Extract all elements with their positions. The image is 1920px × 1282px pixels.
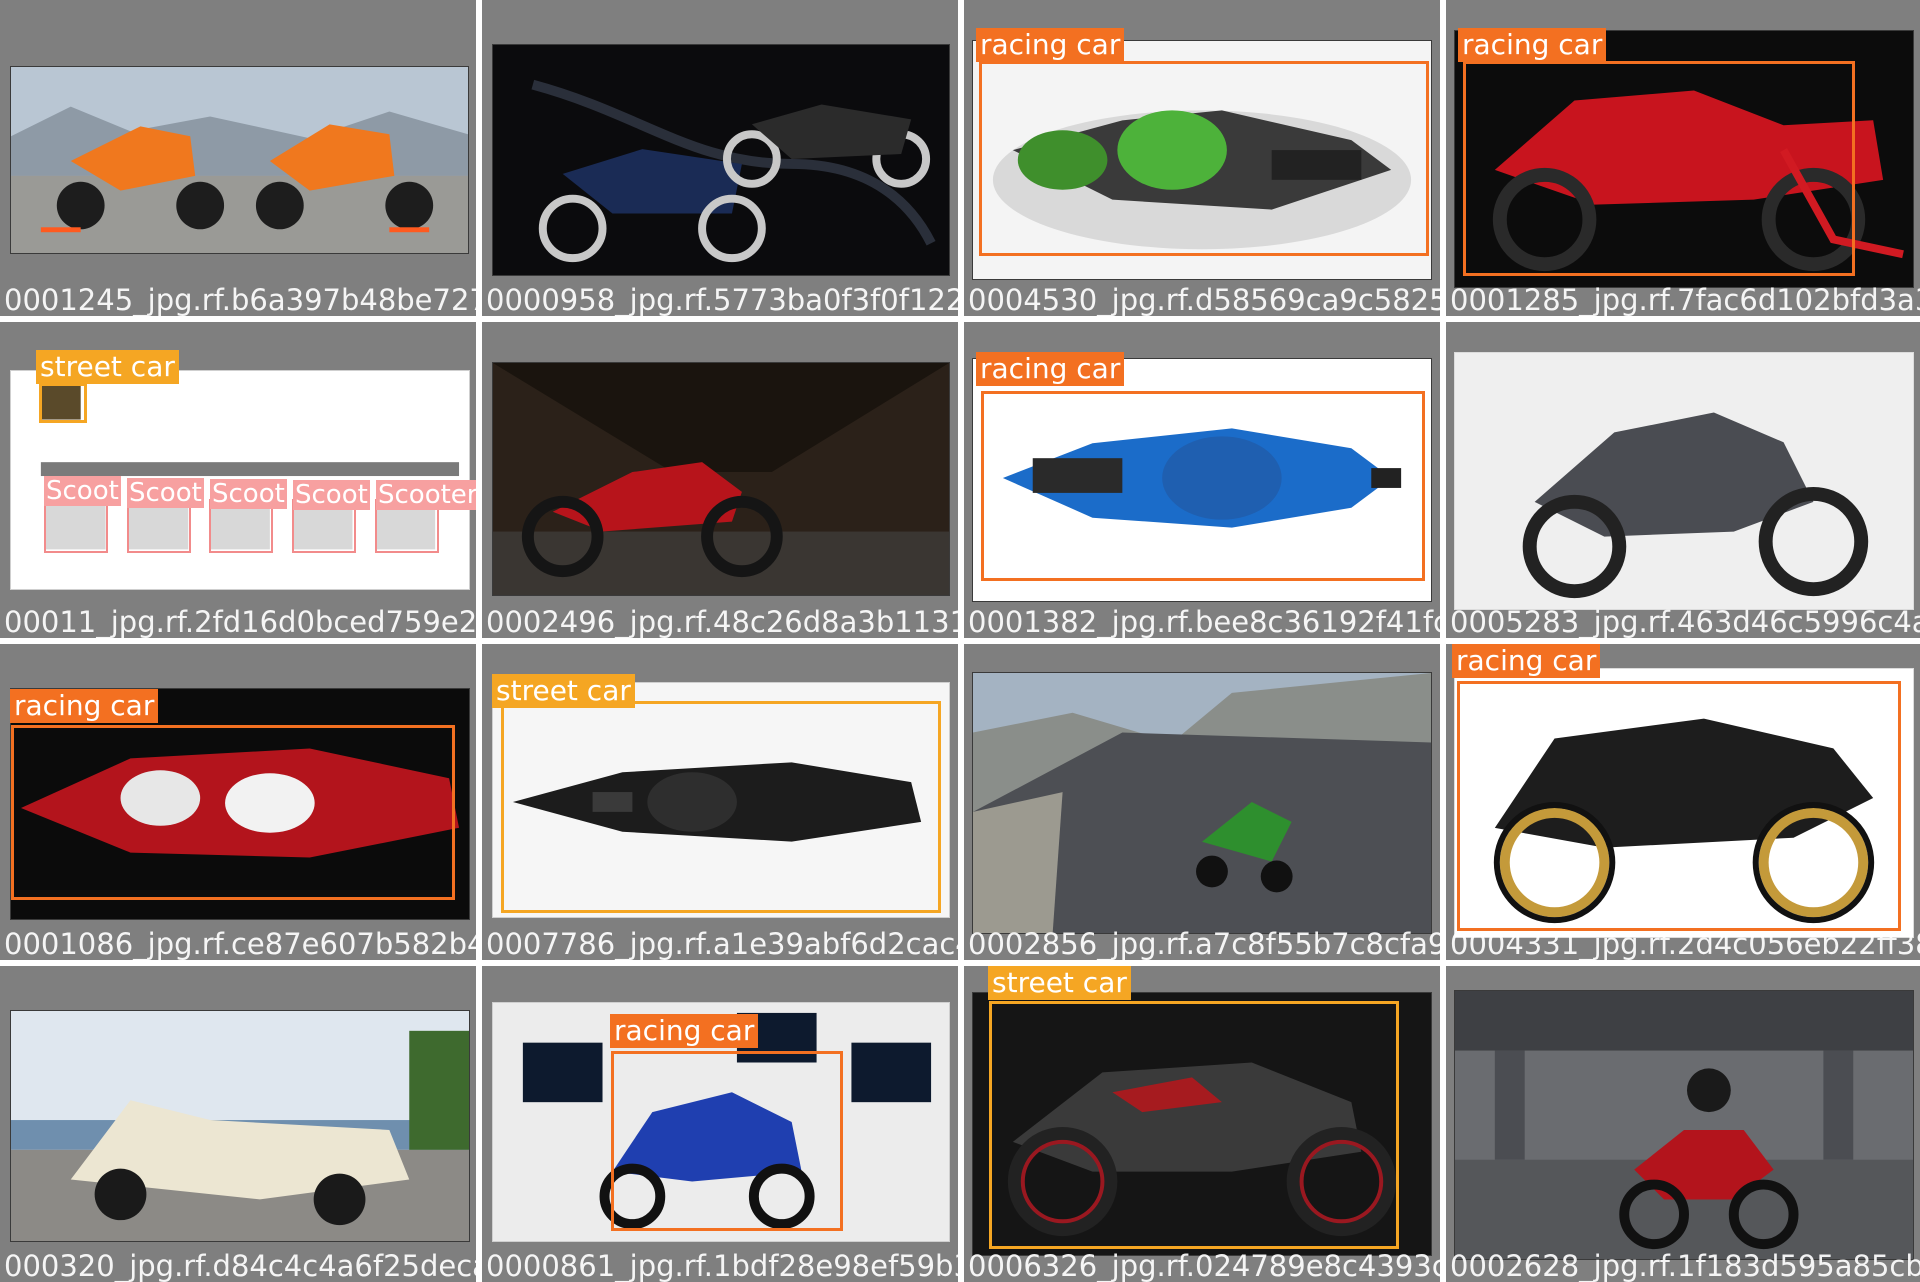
scooter-bounding-box bbox=[44, 499, 108, 553]
grid-tile[interactable]: 000320_jpg.rf.d84c4c4a6f25deca6d6d6 bbox=[0, 966, 476, 1282]
grid-tile[interactable]: street car 0007786_jpg.rf.a1e39abf6d2cac… bbox=[482, 644, 958, 960]
image-filename-caption: 0000958_jpg.rf.5773ba0f3f0f1220e8453799 bbox=[486, 283, 958, 316]
motorcycle-photo bbox=[1454, 990, 1914, 1260]
grid-tile[interactable]: 0002856_jpg.rf.a7c8f55b7c8cfa9d843a bbox=[964, 644, 1440, 960]
grid-tile[interactable]: 0002628_jpg.rf.1f183d595a85cb8 bbox=[1446, 966, 1920, 1282]
street-car-label: street car bbox=[988, 966, 1131, 1000]
image-filename-caption: 0004331_jpg.rf.2d4c056eb22ff382 bbox=[1450, 927, 1920, 960]
racing-car-label: racing car bbox=[610, 1014, 759, 1048]
street-car-bounding-box bbox=[989, 1001, 1399, 1249]
grid-tile[interactable]: racing car 0001086_jpg.rf.ce87e607b582b4… bbox=[0, 644, 476, 960]
scooter-label: Scooter bbox=[376, 480, 476, 510]
motorcycle-photo bbox=[1454, 30, 1914, 288]
racing-car-label: racing car bbox=[976, 352, 1125, 386]
grid-tile[interactable]: street car Scoot Scoot Scoot Scoot Scoot… bbox=[0, 322, 476, 638]
image-filename-caption: 00011_jpg.rf.2fd16d0bced759e2637d2c26 bbox=[4, 605, 476, 638]
scooter-label: Scoot bbox=[44, 476, 121, 506]
racing-car-label: racing car bbox=[1458, 28, 1607, 62]
grid-tile[interactable]: racing car 0004530_jpg.rf.d58569ca9c5825… bbox=[964, 0, 1440, 316]
racing-car-label: racing car bbox=[10, 689, 159, 723]
image-filename-caption: 0006326_jpg.rf.024789e8c4393c7f0226 bbox=[968, 1249, 1440, 1282]
racing-car-bounding-box bbox=[611, 1051, 843, 1231]
racing-car-bounding-box bbox=[1457, 681, 1901, 931]
motorcycle-photo bbox=[972, 40, 1432, 280]
motorcycle-photo bbox=[1454, 668, 1914, 938]
motorcycle-photo bbox=[492, 362, 950, 596]
motorcycle-photo bbox=[1454, 352, 1914, 610]
image-filename-caption: 0001382_jpg.rf.bee8c36192f41fce7f6f bbox=[968, 605, 1440, 638]
image-filename-caption: 0007786_jpg.rf.a1e39abf6d2cac4509 bbox=[486, 927, 958, 960]
motorcycle-photo bbox=[10, 1010, 470, 1242]
image-filename-caption: 000320_jpg.rf.d84c4c4a6f25deca6d6d6 bbox=[4, 1249, 476, 1282]
racing-car-label: racing car bbox=[976, 28, 1125, 62]
scooter-label: Scoot bbox=[127, 478, 204, 508]
racing-car-label: racing car bbox=[1452, 644, 1601, 678]
image-filename-caption: 0002628_jpg.rf.1f183d595a85cb8 bbox=[1450, 1249, 1920, 1282]
scooter-label: Scoot bbox=[293, 480, 370, 510]
street-car-label: street car bbox=[492, 674, 635, 708]
image-filename-caption: 0005283_jpg.rf.463d46c5996c4a3 bbox=[1450, 605, 1920, 638]
motorcycle-photo bbox=[10, 66, 469, 254]
grid-tile[interactable]: 0000958_jpg.rf.5773ba0f3f0f1220e8453799 bbox=[482, 0, 958, 316]
grid-tile[interactable]: racing car 0001285_jpg.rf.7fac6d102bfd3a… bbox=[1446, 0, 1920, 316]
racing-car-bounding-box bbox=[979, 61, 1429, 256]
grid-tile[interactable]: racing car 0004331_jpg.rf.2d4c056eb22ff3… bbox=[1446, 644, 1920, 960]
motorcycle-photo bbox=[972, 992, 1432, 1256]
image-filename-caption: 0001245_jpg.rf.b6a397b48be727b09258a18 bbox=[4, 283, 476, 316]
image-filename-caption: 0002856_jpg.rf.a7c8f55b7c8cfa9d843a bbox=[968, 927, 1440, 960]
motorcycle-photo bbox=[972, 358, 1432, 602]
image-grid: 0001245_jpg.rf.b6a397b48be727b09258a18 0… bbox=[0, 0, 1920, 1282]
grid-tile[interactable]: racing car 0001382_jpg.rf.bee8c36192f41f… bbox=[964, 322, 1440, 638]
street-car-bounding-box bbox=[501, 701, 941, 913]
motorcycle-photo bbox=[492, 682, 950, 918]
street-car-bounding-box bbox=[39, 383, 87, 423]
racing-car-bounding-box bbox=[11, 725, 455, 900]
scooter-label: Scoot bbox=[210, 479, 287, 509]
grid-tile[interactable]: 0005283_jpg.rf.463d46c5996c4a3 bbox=[1446, 322, 1920, 638]
grid-tile[interactable]: street car 0006326_jpg.rf.024789e8c4393c… bbox=[964, 966, 1440, 1282]
grid-tile[interactable]: 0001245_jpg.rf.b6a397b48be727b09258a18 bbox=[0, 0, 476, 316]
grid-tile[interactable]: 0002496_jpg.rf.48c26d8a3b11318e8c4a bbox=[482, 322, 958, 638]
racing-car-bounding-box bbox=[1463, 61, 1855, 276]
image-filename-caption: 0001285_jpg.rf.7fac6d102bfd3a3e bbox=[1450, 283, 1920, 316]
image-filename-caption: 0004530_jpg.rf.d58569ca9c5825dc802f85c4 bbox=[968, 283, 1440, 316]
grid-tile[interactable]: racing car 0000861_jpg.rf.1bdf28e98ef59b… bbox=[482, 966, 958, 1282]
street-car-label: street car bbox=[36, 350, 179, 384]
image-filename-caption: 0001086_jpg.rf.ce87e607b582b4695f7 bbox=[4, 927, 476, 960]
racing-car-bounding-box bbox=[981, 391, 1425, 581]
image-filename-caption: 0002496_jpg.rf.48c26d8a3b11318e8c4a bbox=[486, 605, 958, 638]
image-filename-caption: 0000861_jpg.rf.1bdf28e98ef59b30a796 bbox=[486, 1249, 958, 1282]
motorcycle-photo bbox=[492, 44, 950, 276]
motorcycle-photo bbox=[972, 672, 1432, 934]
